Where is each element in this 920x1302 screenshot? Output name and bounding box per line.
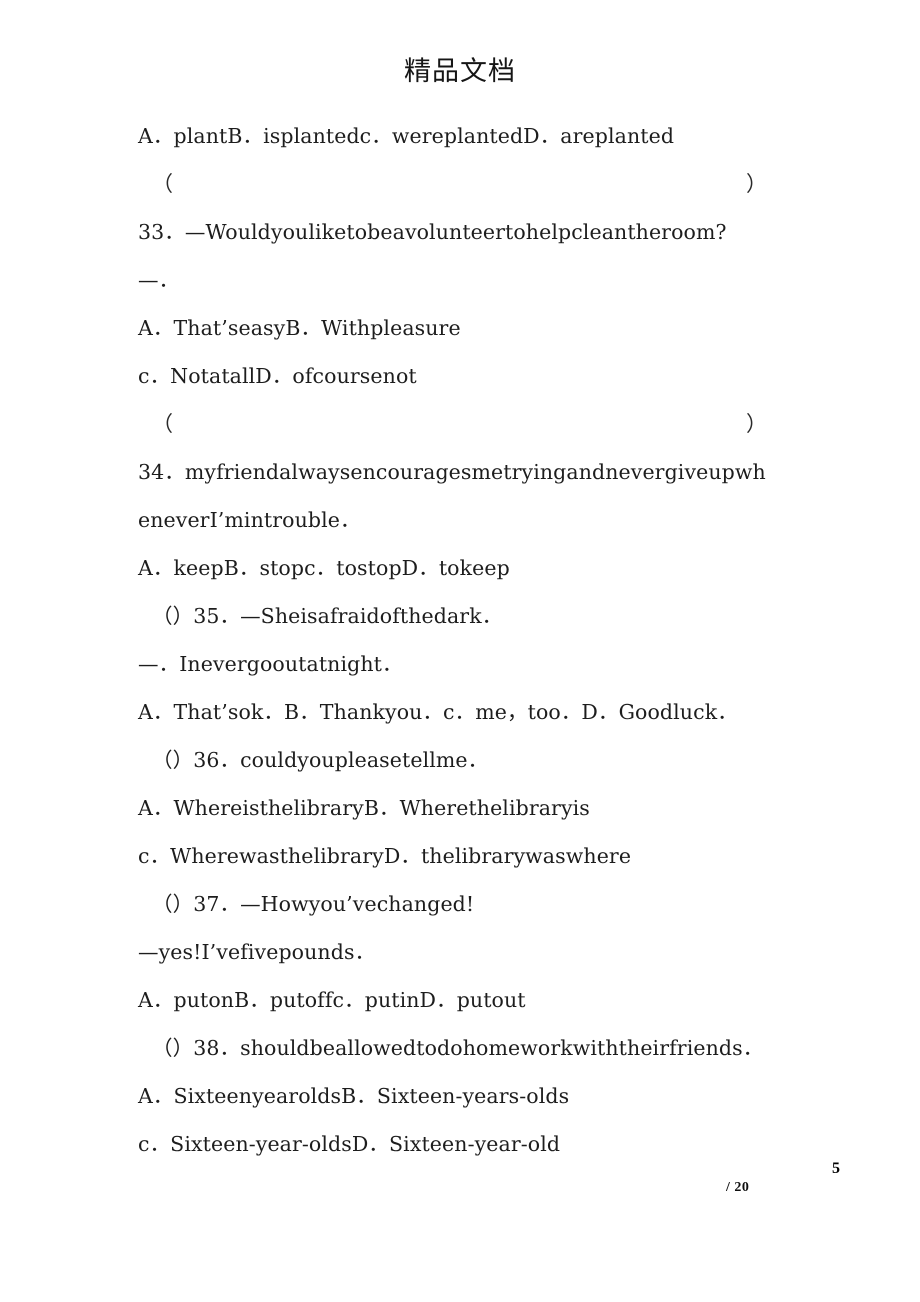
document-page: 精品文档 A．plantB．isplantedc．wereplantedD．ar… <box>0 0 920 1302</box>
page-number: 5 <box>832 1160 840 1177</box>
text-line-q33-stem: 33．—Wouldyouliketobeavolunteertohelpclea… <box>138 220 727 244</box>
answer-blank-open-paren: （ <box>152 172 173 196</box>
text-line-q34-stem-2: eneverI’mintrouble． <box>138 508 361 532</box>
text-line-q38-opt-ab: A．SixteenyearoldsB．Sixteen-years-olds <box>138 1084 570 1108</box>
text-line-q36-opt-ab: A．WhereisthelibraryB．Wherethelibraryis <box>138 796 590 820</box>
document-watermark-title: 精品文档 <box>404 56 516 87</box>
document-body: A．plantB．isplantedc．wereplantedD．areplan… <box>138 112 783 1168</box>
answer-blank-close-paren: ） <box>746 412 767 436</box>
answer-blank-row: （） <box>138 400 783 448</box>
text-line-q36-opt-cd: c．WherewasthelibraryD．thelibrarywaswhere <box>138 844 632 868</box>
answer-blank-open-paren: （ <box>152 412 173 436</box>
text-line-q37-reply: —yes!I’vefivepounds． <box>138 940 376 964</box>
text-line-q32-options: A．plantB．isplantedc．wereplantedD．areplan… <box>138 124 675 148</box>
text-line-q38-stem: （）38．shouldbeallowedtodohomeworkwiththei… <box>152 1036 764 1060</box>
text-line-q35-stem: （）35．—Sheisafraidofthedark． <box>152 604 503 628</box>
text-line-q33-opt-ab: A．That’seasyB．Withpleasure <box>138 316 461 340</box>
answer-blank-row: （） <box>138 160 783 208</box>
text-line-q38-opt-cd: c．Sixteen-year-oldsD．Sixteen-year-old <box>138 1132 561 1156</box>
text-line-q34-options: A．keepB．stopc．tostopD．tokeep <box>138 556 510 580</box>
text-line-q37-stem: （）37．—Howyou’vechanged! <box>152 892 475 916</box>
text-line-q33-opt-cd: c．NotatallD．ofcoursenot <box>138 364 417 388</box>
text-line-q37-options: A．putonB．putoffc．putinD．putout <box>138 988 526 1012</box>
answer-blank-close-paren: ） <box>746 172 767 196</box>
text-line-q35-options: A．That’sok．B．Thankyou．c．me，too．D．Goodluc… <box>138 700 738 724</box>
text-line-q35-reply: —．Inevergooutatnight． <box>138 652 403 676</box>
text-line-q34-stem-1: 34．myfriendalwaysencouragesmetryingandne… <box>138 460 766 484</box>
text-line-q36-stem: （）36．couldyoupleasetellme． <box>152 748 489 772</box>
text-line-q33-reply: —． <box>138 268 180 292</box>
page-total-count: / 20 <box>726 1180 750 1195</box>
